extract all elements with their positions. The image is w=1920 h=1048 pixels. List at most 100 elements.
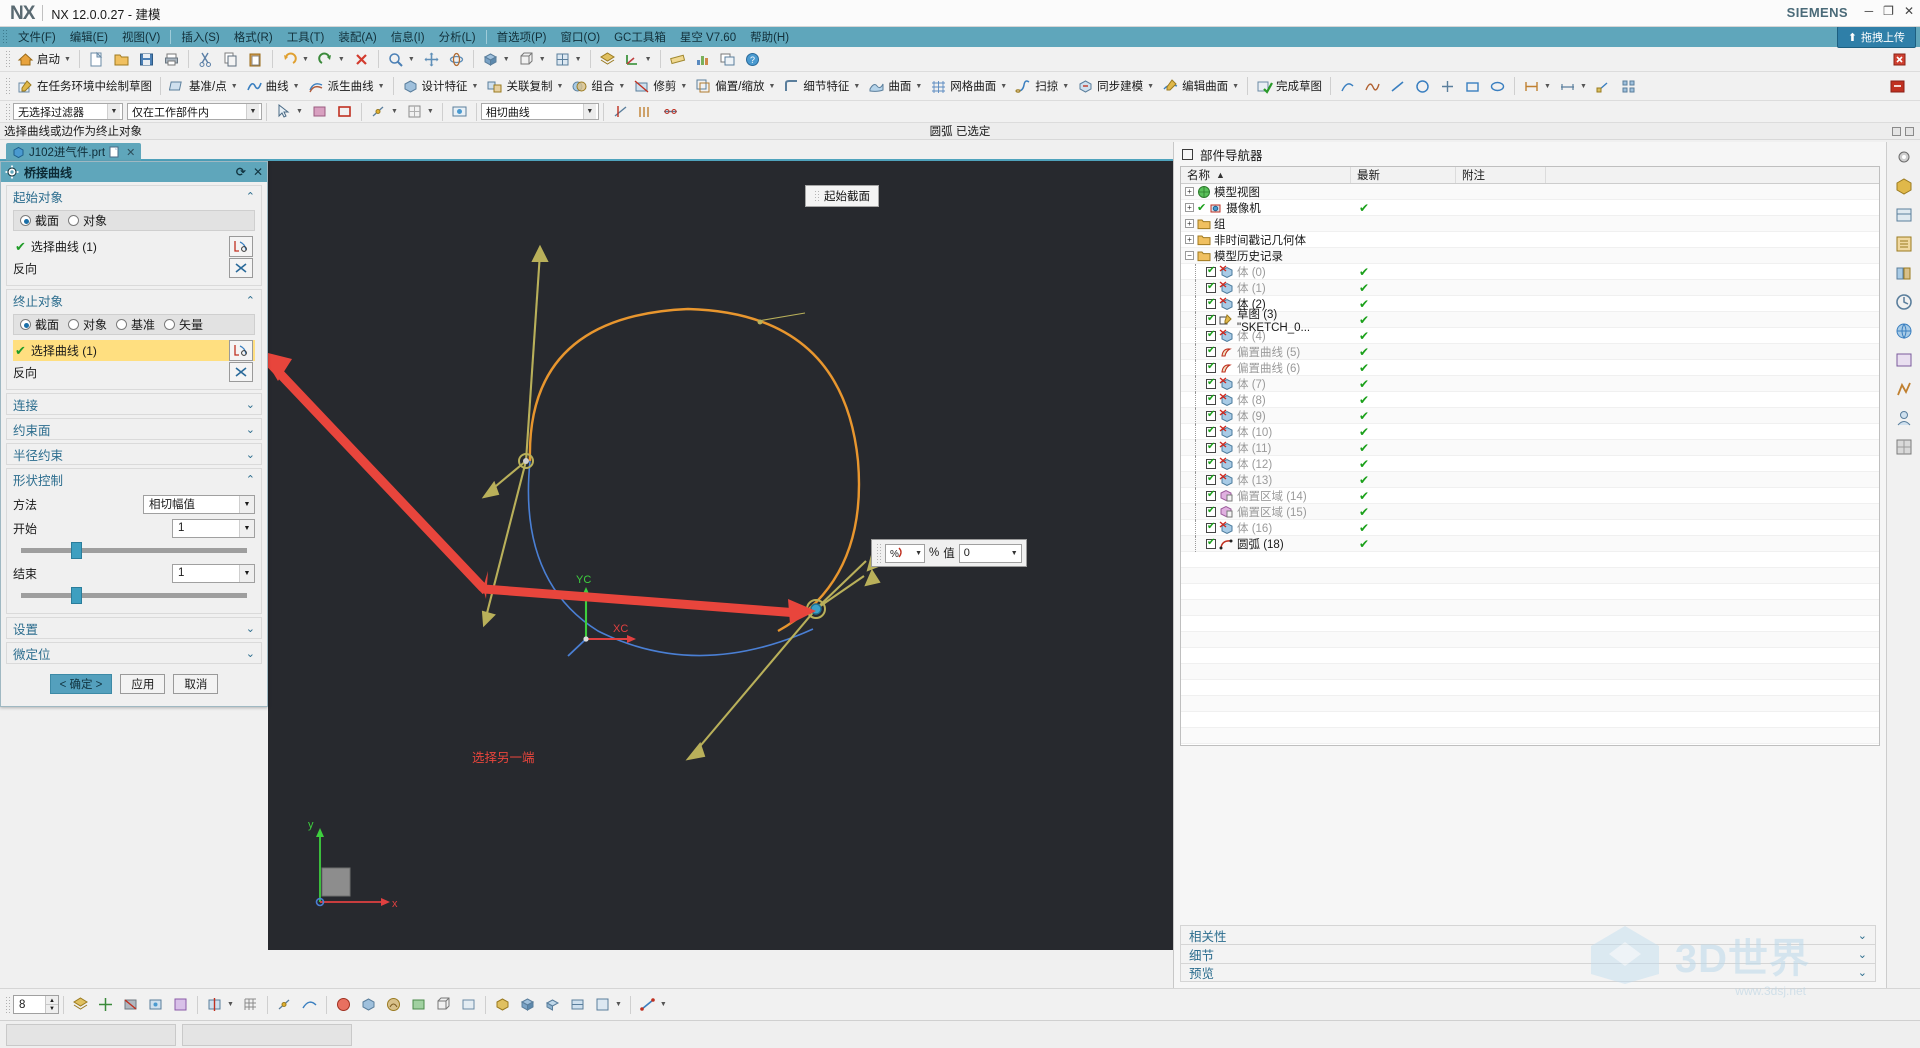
upload-button[interactable]: ⬆ 拖拽上传 bbox=[1836, 26, 1916, 48]
end-reverse-row[interactable]: 反向 bbox=[13, 361, 255, 383]
chevron-down-icon[interactable]: ⌄ bbox=[1858, 966, 1867, 979]
part-navigator-tree[interactable]: 名称 ▲ 最新 附注 + 模型视图 + ✔ 摄像机 ✔ + 组 + 非时间戳记几何体 − 模型历史记录… bbox=[1180, 166, 1880, 746]
constraint-navigator-icon[interactable] bbox=[1893, 204, 1915, 226]
chevron-down-icon[interactable]: ▼ bbox=[1000, 83, 1007, 90]
percent-value-input[interactable]: 0 ▼ bbox=[958, 543, 1022, 563]
row-checkbox[interactable] bbox=[1206, 345, 1216, 357]
cancel-button[interactable]: 取消 bbox=[173, 674, 219, 694]
expand-icon[interactable]: + bbox=[1185, 203, 1194, 212]
end-value-combo[interactable]: 1 ▼ bbox=[172, 563, 255, 583]
chevron-down-icon[interactable]: ▼ bbox=[408, 56, 415, 63]
menu-assemblies[interactable]: 装配(A) bbox=[331, 27, 383, 47]
chevron-down-icon[interactable]: ▼ bbox=[239, 519, 254, 537]
start-value-combo[interactable]: 1 ▼ bbox=[172, 518, 255, 538]
file-tab[interactable]: J102进气件.prt ✕ bbox=[6, 143, 142, 161]
row-checkbox[interactable] bbox=[1206, 537, 1216, 549]
table-row[interactable]: 草图 (3) "SKETCH_0...✔ bbox=[1181, 309, 1879, 334]
table-row[interactable]: 体 (0) ✔ bbox=[1181, 263, 1879, 280]
dialog-reset-icon[interactable]: ⟳ bbox=[236, 165, 246, 179]
close-button[interactable]: ✕ bbox=[1904, 4, 1914, 18]
table-row[interactable]: 体 (4) ✔ bbox=[1181, 327, 1879, 344]
chevron-down-icon[interactable]: ▼ bbox=[915, 550, 922, 557]
shape-control-header[interactable]: 形状控制 ⌃ bbox=[7, 469, 261, 490]
stop-at-intersection-button[interactable] bbox=[608, 101, 633, 122]
orient-view-button[interactable]: ▼ bbox=[550, 49, 586, 70]
end-slider[interactable] bbox=[13, 586, 255, 604]
box-view-button[interactable] bbox=[490, 994, 515, 1015]
expand-icon[interactable]: + bbox=[1185, 187, 1194, 196]
window-button[interactable] bbox=[715, 49, 740, 70]
history-icon[interactable] bbox=[1893, 291, 1915, 313]
chevron-down-icon[interactable]: ⌄ bbox=[246, 622, 255, 635]
cue-minibox-1[interactable] bbox=[1892, 126, 1901, 136]
table-row[interactable]: 体 (10) ✔ bbox=[1181, 423, 1879, 440]
menu-tools[interactable]: 工具(T) bbox=[280, 27, 332, 47]
chevron-down-icon[interactable]: ⌄ bbox=[246, 423, 255, 436]
chevron-down-icon[interactable]: ▼ bbox=[472, 83, 479, 90]
wireframe2-button[interactable] bbox=[431, 994, 456, 1015]
toolbar-grip-2[interactable] bbox=[5, 77, 10, 95]
chevron-down-icon[interactable]: ▼ bbox=[239, 495, 254, 513]
web-browser-icon[interactable] bbox=[1893, 320, 1915, 342]
assoc-copy-button[interactable]: 关联复制 ▼ bbox=[482, 76, 567, 97]
end-slider-track[interactable] bbox=[21, 586, 247, 604]
chevron-down-icon[interactable]: ▼ bbox=[1011, 550, 1018, 557]
constraint-tool-3[interactable] bbox=[1591, 76, 1616, 97]
help-toolbar-button[interactable]: ? bbox=[740, 49, 765, 70]
row-checkbox[interactable] bbox=[1206, 329, 1216, 341]
static-wire-button[interactable] bbox=[456, 994, 481, 1015]
end-object-header[interactable]: 终止对象 ⌃ bbox=[7, 290, 261, 311]
chevron-down-icon[interactable]: ▼ bbox=[1232, 83, 1239, 90]
row-checkbox[interactable] bbox=[1206, 361, 1216, 373]
menu-information[interactable]: 信息(I) bbox=[384, 27, 432, 47]
constraint-tool-1[interactable]: ▼ bbox=[1519, 76, 1555, 97]
row-checkbox[interactable] bbox=[1206, 441, 1216, 453]
part-navigator-rail-icon[interactable] bbox=[1893, 233, 1915, 255]
analysis-button[interactable] bbox=[690, 49, 715, 70]
work-view-button[interactable] bbox=[447, 101, 472, 122]
cue-minibox-2[interactable] bbox=[1905, 126, 1914, 136]
curve-tool-3[interactable] bbox=[1385, 76, 1410, 97]
minimize-button[interactable]: ─ bbox=[1865, 4, 1874, 18]
curve-tool-4[interactable] bbox=[1410, 76, 1435, 97]
finish-sketch-button[interactable]: 完成草图 bbox=[1252, 76, 1326, 97]
table-row[interactable]: 体 (9) ✔ bbox=[1181, 407, 1879, 424]
chevron-down-icon[interactable]: ▼ bbox=[680, 83, 687, 90]
table-row[interactable]: 偏置区域 (14) ✔ bbox=[1181, 487, 1879, 504]
chevron-down-icon[interactable]: ⌄ bbox=[246, 647, 255, 660]
select-general-button[interactable]: ▼ bbox=[271, 101, 307, 122]
end-radio-datum[interactable] bbox=[116, 319, 128, 330]
wireframe-button[interactable]: ▼ bbox=[514, 49, 550, 70]
row-checkbox[interactable] bbox=[1206, 489, 1216, 501]
toolbar-grip-1[interactable] bbox=[5, 50, 10, 68]
move-object-button[interactable] bbox=[93, 994, 118, 1015]
edit-display-button[interactable] bbox=[168, 994, 193, 1015]
follow-fillet-button[interactable] bbox=[633, 101, 658, 122]
expand-icon[interactable]: + bbox=[1185, 219, 1194, 228]
trim-button[interactable]: 修剪 ▼ bbox=[629, 76, 691, 97]
chevron-down-icon[interactable]: ⌄ bbox=[1858, 929, 1867, 942]
chevron-down-icon[interactable]: ▼ bbox=[246, 104, 259, 119]
collapse-icon[interactable]: − bbox=[1185, 251, 1194, 260]
top-view-button[interactable] bbox=[565, 994, 590, 1015]
spinner-down-icon[interactable]: ▼ bbox=[45, 1004, 58, 1013]
end-radio-object[interactable] bbox=[68, 319, 80, 330]
assembly-navigator-icon[interactable] bbox=[1893, 175, 1915, 197]
hide-button[interactable] bbox=[118, 994, 143, 1015]
start-select-curve-row[interactable]: ✔ 选择曲线 (1) bbox=[13, 236, 255, 257]
constraint-tool-2[interactable]: ▼ bbox=[1555, 76, 1591, 97]
chevron-down-icon[interactable]: ▼ bbox=[239, 564, 254, 582]
chevron-down-icon[interactable]: ▼ bbox=[618, 83, 625, 90]
bridge-curve-dialog[interactable]: 桥接曲线 ⟳ ✕ 起始对象 ⌃ 截面 对象 ✔ 选择曲线 (1) 反向 终止对象… bbox=[0, 161, 268, 707]
menu-preferences[interactable]: 首选项(P) bbox=[490, 27, 554, 47]
chevron-down-icon[interactable]: ▼ bbox=[915, 83, 922, 90]
exit-button[interactable] bbox=[1887, 49, 1912, 70]
chevron-down-icon[interactable]: ▼ bbox=[378, 83, 385, 90]
reuse-library-icon[interactable] bbox=[1893, 262, 1915, 284]
panel-pin-icon[interactable] bbox=[1182, 148, 1193, 160]
table-row[interactable]: 体 (11) ✔ bbox=[1181, 439, 1879, 456]
surface-button[interactable]: 曲面 ▼ bbox=[864, 76, 926, 97]
studio-button[interactable] bbox=[381, 994, 406, 1015]
row-checkbox[interactable] bbox=[1206, 473, 1216, 485]
datum-point-button[interactable]: 基准/点 ▼ bbox=[165, 76, 242, 97]
